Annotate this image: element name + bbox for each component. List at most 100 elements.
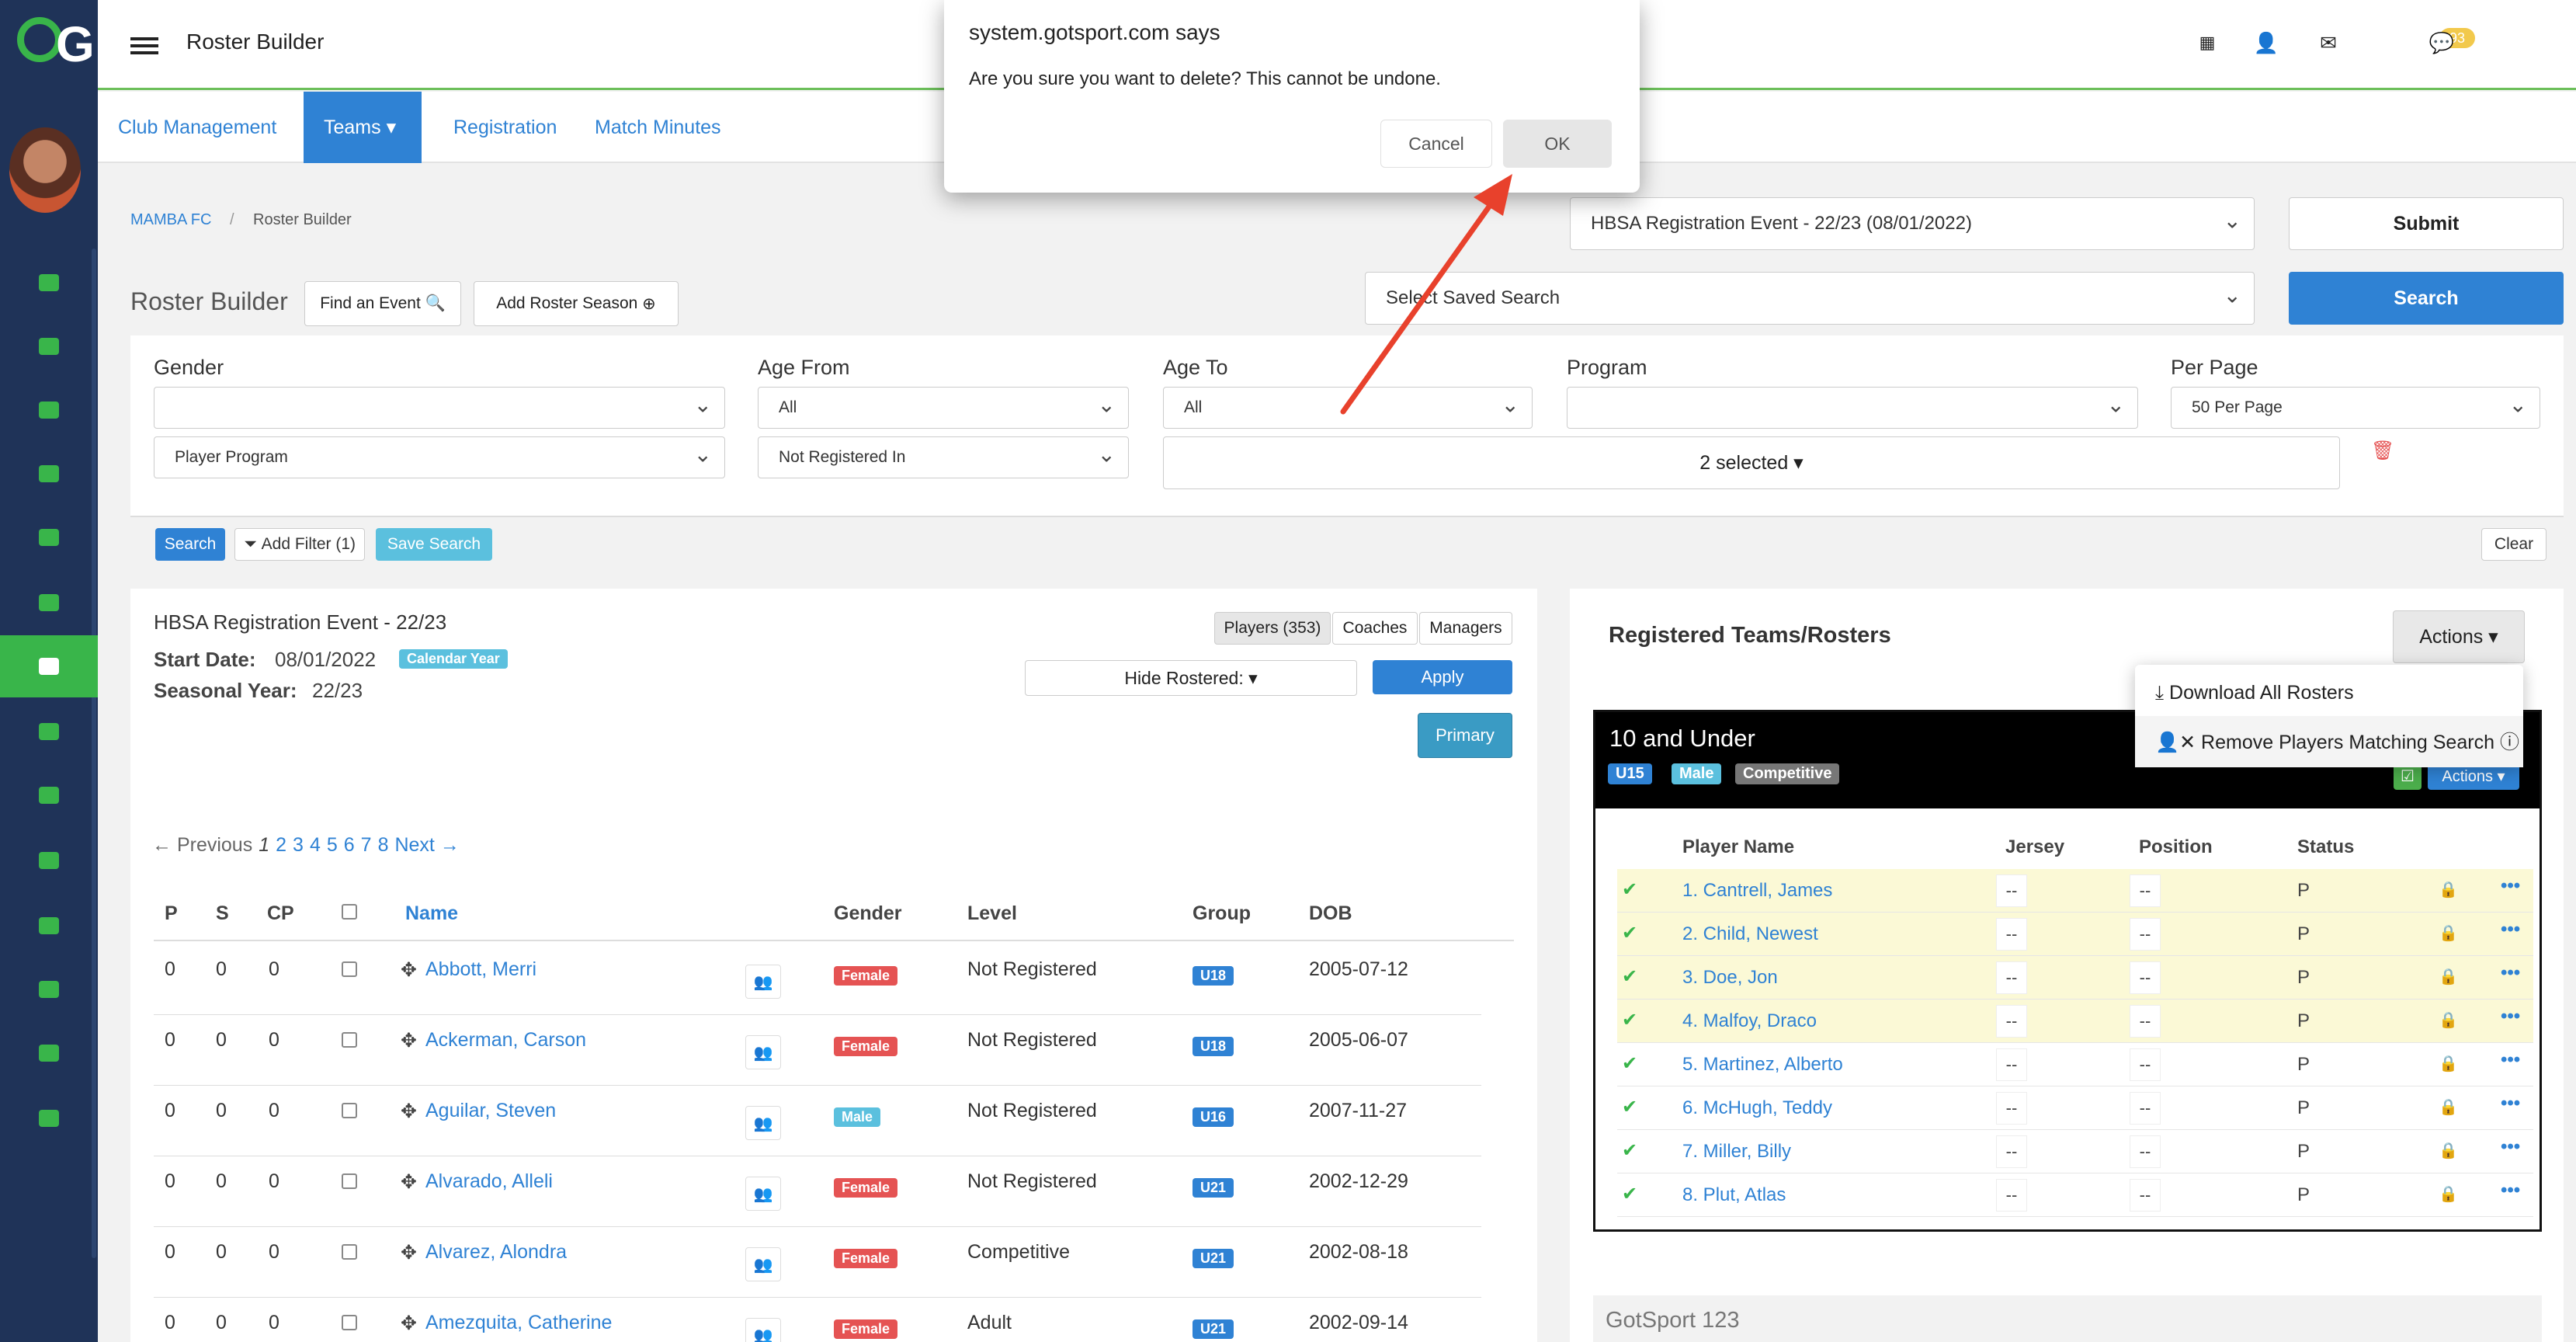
row-checkbox[interactable] — [342, 1315, 357, 1330]
apply-button[interactable]: Apply — [1373, 660, 1512, 694]
program-select[interactable] — [1567, 387, 2138, 429]
drag-handle-icon[interactable]: ✥ — [401, 1029, 417, 1052]
jersey-field[interactable]: -- — [1996, 1179, 2027, 1212]
player-name-link[interactable]: Abbott, Merri — [425, 958, 536, 981]
add-roster-season-button[interactable]: Add Roster Season ⊕ — [474, 281, 679, 326]
more-options-icon[interactable]: ••• — [2501, 1049, 2520, 1071]
team-members-icon[interactable]: 👥 — [745, 1247, 781, 1281]
pagination-page[interactable]: 4 — [310, 834, 321, 857]
jersey-field[interactable]: -- — [1996, 961, 2027, 994]
tab-match-minutes[interactable]: Match Minutes — [575, 92, 741, 163]
row-checkbox[interactable] — [342, 1032, 357, 1048]
tab-players[interactable]: Players (353) — [1214, 612, 1331, 645]
app-logo[interactable]: G — [0, 0, 98, 90]
row-checkbox[interactable] — [342, 1103, 357, 1118]
find-event-button[interactable]: Find an Event 🔍 — [304, 281, 461, 326]
age-from-select[interactable]: All — [758, 387, 1129, 429]
sidebar-calendar-icon[interactable] — [0, 701, 98, 763]
hide-rostered-dropdown[interactable]: Hide Rostered: ▾ — [1025, 660, 1357, 696]
sidebar-card-icon[interactable] — [0, 958, 98, 1020]
mail-icon[interactable]: ✉ — [2317, 31, 2340, 54]
position-field[interactable]: -- — [2130, 1179, 2161, 1212]
sidebar-archive-icon[interactable] — [0, 829, 98, 892]
tab-club-management[interactable]: Club Management — [98, 92, 297, 163]
jersey-field[interactable]: -- — [1996, 874, 2027, 907]
roster-player-link[interactable]: 5. Martinez, Alberto — [1682, 1054, 1843, 1076]
drag-handle-icon[interactable]: ✥ — [401, 1241, 417, 1264]
pagination-next[interactable]: Next → — [394, 834, 459, 857]
sidebar-chat-icon[interactable] — [0, 572, 98, 634]
roster-player-link[interactable]: 8. Plut, Atlas — [1682, 1184, 1786, 1206]
position-field[interactable]: -- — [2130, 1135, 2161, 1168]
col-name[interactable]: Name — [405, 902, 458, 925]
chat-icon[interactable]: 💬 — [2429, 31, 2454, 54]
sidebar-people-icon[interactable] — [0, 315, 98, 377]
tab-registration[interactable]: Registration — [433, 92, 577, 163]
sidebar-briefcase-icon[interactable] — [0, 1087, 98, 1149]
team-members-icon[interactable]: 👥 — [745, 1106, 781, 1140]
pagination-page[interactable]: 6 — [344, 834, 355, 857]
lock-icon[interactable]: 🔒 — [2439, 1054, 2458, 1073]
team-members-icon[interactable]: 👥 — [745, 1318, 781, 1342]
select-all-checkbox[interactable] — [342, 904, 357, 920]
position-field[interactable]: -- — [2130, 918, 2161, 951]
clear-button[interactable]: Clear — [2481, 528, 2546, 561]
roster-player-link[interactable]: 2. Child, Newest — [1682, 923, 1818, 945]
row-checkbox[interactable] — [342, 1244, 357, 1260]
sidebar-file-icon[interactable] — [0, 1022, 98, 1084]
header-search-button[interactable]: Search — [2289, 272, 2564, 325]
more-options-icon[interactable]: ••• — [2501, 1136, 2520, 1158]
roster-player-link[interactable]: 1. Cantrell, James — [1682, 880, 1832, 902]
row-checkbox[interactable] — [342, 961, 357, 977]
trash-icon[interactable]: 🗑 — [2371, 440, 2394, 462]
pagination-page[interactable]: 3 — [293, 834, 304, 857]
player-program-select[interactable]: Player Program — [154, 436, 725, 478]
sidebar-dashboard-icon[interactable] — [0, 252, 98, 314]
sidebar-chart-icon[interactable] — [0, 443, 98, 505]
team-members-icon[interactable]: 👥 — [745, 1035, 781, 1069]
tab-coaches[interactable]: Coaches — [1332, 612, 1418, 645]
row-checkbox[interactable] — [342, 1173, 357, 1189]
more-options-icon[interactable]: ••• — [2501, 919, 2520, 940]
more-options-icon[interactable]: ••• — [2501, 1180, 2520, 1201]
user-avatar[interactable] — [9, 127, 81, 213]
drag-handle-icon[interactable]: ✥ — [401, 958, 417, 982]
breadcrumb-club[interactable]: MAMBA FC — [130, 211, 211, 229]
filter-search-button[interactable]: Search — [155, 528, 225, 561]
add-filter-button[interactable]: ⏷ Add Filter (1) — [234, 528, 365, 561]
jersey-field[interactable]: -- — [1996, 1048, 2027, 1081]
position-field[interactable]: -- — [2130, 1092, 2161, 1125]
jersey-field[interactable]: -- — [1996, 1135, 2027, 1168]
sidebar-roster-icon[interactable] — [0, 635, 98, 697]
jersey-field[interactable]: -- — [1996, 1092, 2027, 1125]
player-name-link[interactable]: Amezquita, Catherine — [425, 1312, 612, 1334]
position-field[interactable]: -- — [2130, 1005, 2161, 1038]
player-name-link[interactable]: Aguilar, Steven — [425, 1100, 556, 1122]
qr-code-icon[interactable]: ▦ — [2196, 31, 2219, 54]
team-check-icon[interactable]: ☑ — [2394, 763, 2422, 790]
lock-icon[interactable]: 🔒 — [2439, 1097, 2458, 1117]
lock-icon[interactable]: 🔒 — [2439, 923, 2458, 943]
lock-icon[interactable]: 🔒 — [2439, 880, 2458, 899]
tab-managers[interactable]: Managers — [1419, 612, 1512, 645]
team-actions-button[interactable]: Actions ▾ — [2428, 763, 2519, 790]
team-members-icon[interactable]: 👥 — [745, 1177, 781, 1211]
player-name-link[interactable]: Alvarez, Alondra — [425, 1241, 567, 1264]
menu-icon[interactable] — [130, 37, 158, 54]
event-select[interactable]: HBSA Registration Event - 22/23 (08/01/2… — [1570, 197, 2255, 250]
lock-icon[interactable]: 🔒 — [2439, 1184, 2458, 1204]
not-registered-in-select[interactable]: Not Registered In — [758, 436, 1129, 478]
lock-icon[interactable]: 🔒 — [2439, 967, 2458, 986]
menu-download-all-rosters[interactable]: ⤓ Download All Rosters — [2155, 682, 2354, 704]
more-options-icon[interactable]: ••• — [2501, 1006, 2520, 1027]
jersey-field[interactable]: -- — [1996, 1005, 2027, 1038]
more-options-icon[interactable]: ••• — [2501, 875, 2520, 897]
drag-handle-icon[interactable]: ✥ — [401, 1312, 417, 1335]
sidebar-document-icon[interactable] — [0, 764, 98, 826]
roster-player-link[interactable]: 4. Malfoy, Draco — [1682, 1010, 1817, 1032]
pagination-previous[interactable]: ← Previous — [152, 834, 252, 857]
more-options-icon[interactable]: ••• — [2501, 1093, 2520, 1114]
lock-icon[interactable]: 🔒 — [2439, 1141, 2458, 1160]
sidebar-home-icon[interactable] — [0, 506, 98, 568]
menu-remove-players-matching-search[interactable]: 👤✕ Remove Players Matching Search ⓘ — [2155, 727, 2519, 755]
